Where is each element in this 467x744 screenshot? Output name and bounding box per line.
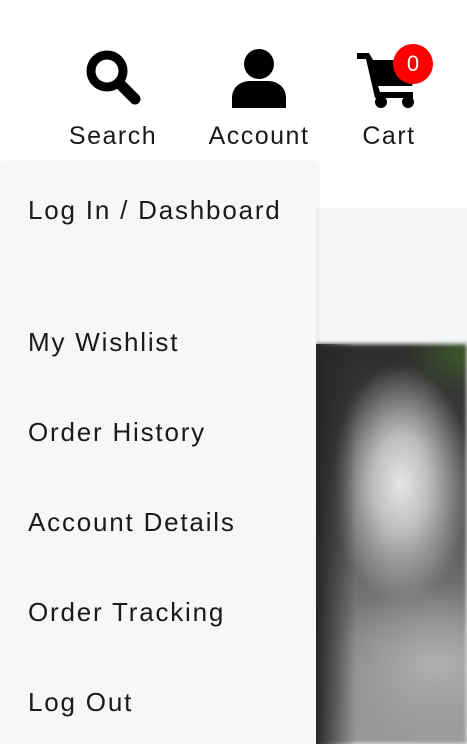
menu-item-order-tracking[interactable]: Order Tracking bbox=[28, 591, 298, 633]
cart-icon-wrap: 0 bbox=[357, 44, 433, 112]
hero-image-shade bbox=[316, 344, 356, 744]
site-header: Search Account 0 Cart bbox=[0, 0, 467, 160]
menu-item-log-out[interactable]: Log Out bbox=[28, 681, 298, 723]
account-icon-wrap bbox=[230, 48, 288, 112]
search-button[interactable]: Search bbox=[66, 48, 160, 149]
search-icon bbox=[86, 50, 141, 105]
cart-label: Cart bbox=[362, 122, 416, 150]
menu-item-account-details[interactable]: Account Details bbox=[28, 501, 298, 543]
user-icon bbox=[232, 49, 286, 108]
menu-item-order-history[interactable]: Order History bbox=[28, 411, 298, 453]
page: Search Account 0 Cart Log In / Dashboard… bbox=[0, 0, 467, 744]
menu-item-my-wishlist[interactable]: My Wishlist bbox=[28, 321, 298, 363]
cart-count-badge: 0 bbox=[393, 44, 433, 84]
search-label: Search bbox=[68, 122, 158, 150]
cart-button[interactable]: 0 Cart bbox=[356, 44, 433, 150]
menu-item-login-dashboard[interactable]: Log In / Dashboard bbox=[28, 189, 298, 231]
account-label: Account bbox=[208, 122, 310, 150]
search-icon-wrap bbox=[84, 48, 142, 112]
account-dropdown-menu: Log In / Dashboard My Wishlist Order His… bbox=[0, 162, 316, 744]
account-button[interactable]: Account bbox=[202, 48, 316, 149]
